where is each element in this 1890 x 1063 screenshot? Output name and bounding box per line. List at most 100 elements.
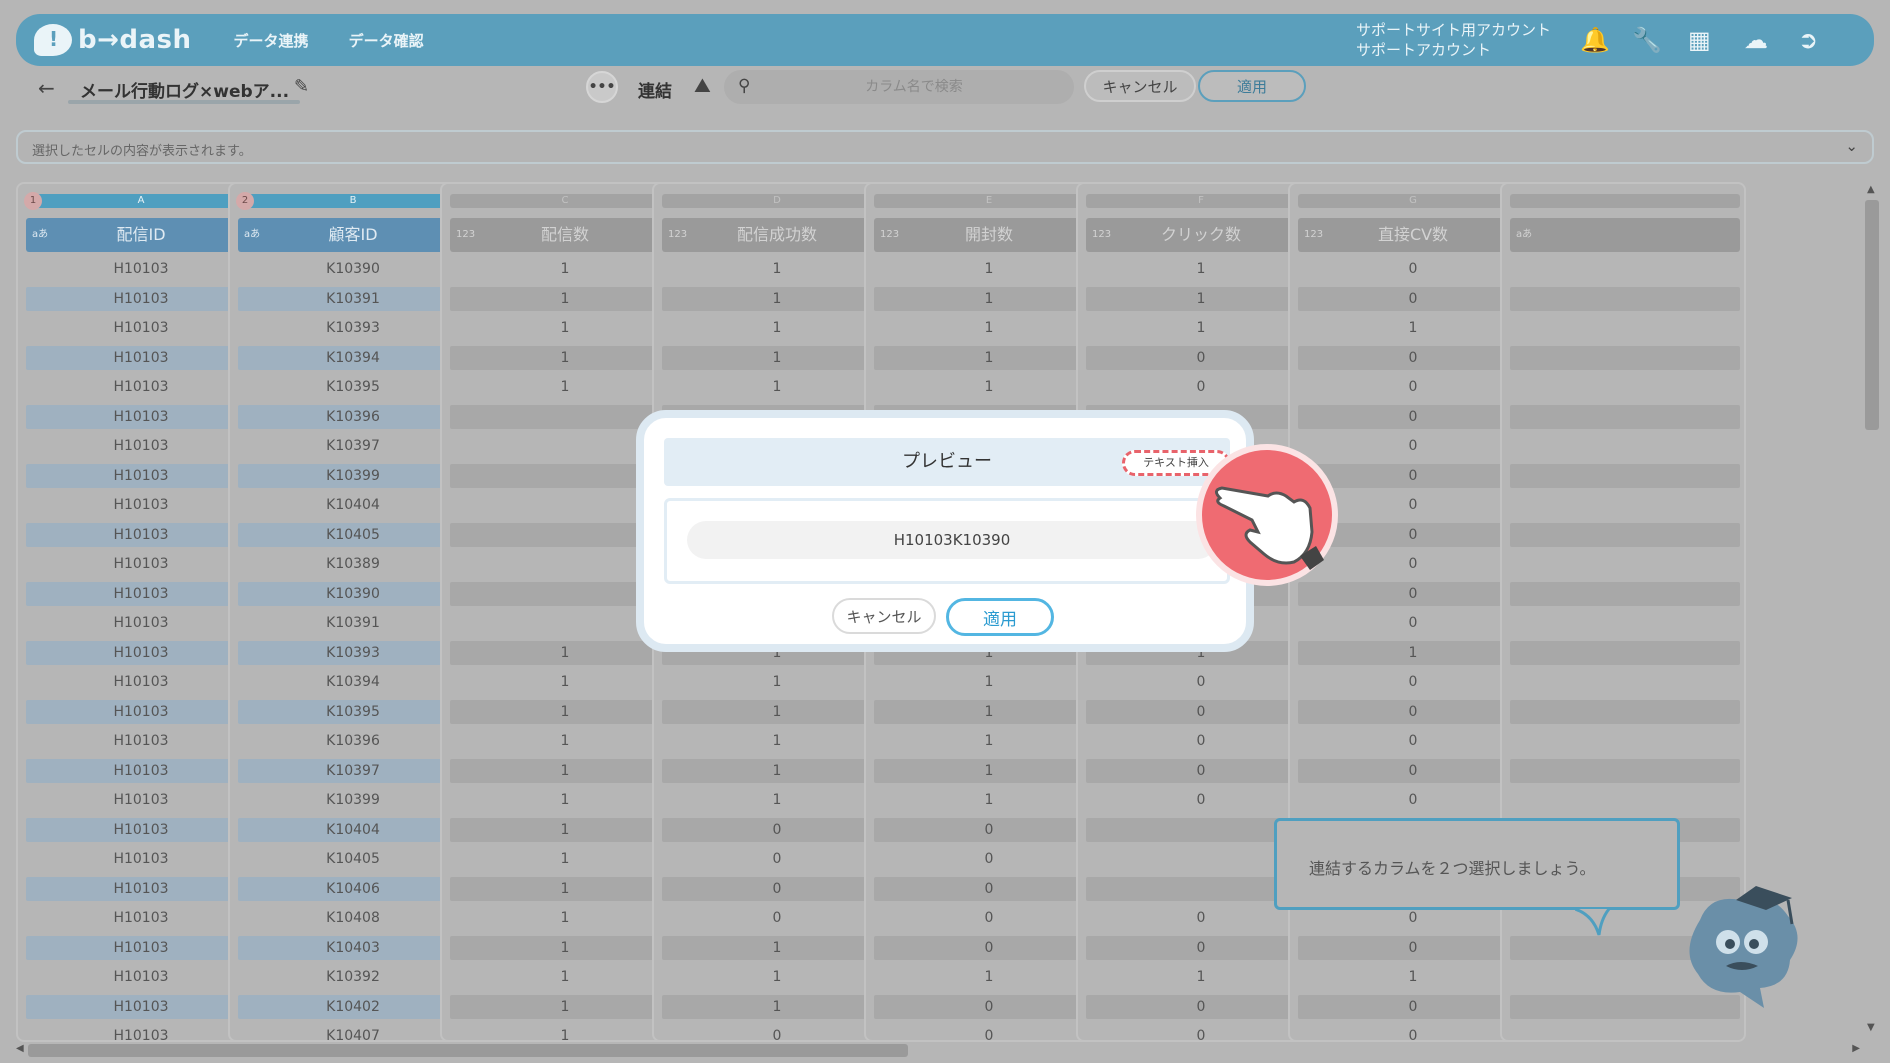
- table-cell[interactable]: K10399: [238, 461, 468, 491]
- table-cell[interactable]: K10397: [238, 431, 468, 461]
- table-cell[interactable]: K10389: [238, 549, 468, 579]
- table-cell[interactable]: 1: [450, 815, 680, 845]
- table-cell[interactable]: 1: [874, 756, 1104, 786]
- logout-icon[interactable]: ➲: [1798, 26, 1818, 54]
- table-cell[interactable]: K10404: [238, 490, 468, 520]
- table-cell[interactable]: K10390: [238, 579, 468, 609]
- table-cell[interactable]: K10394: [238, 667, 468, 697]
- table-cell[interactable]: [1510, 1021, 1740, 1040]
- table-cell[interactable]: K10403: [238, 933, 468, 963]
- table-cell[interactable]: H10103: [26, 549, 256, 579]
- table-cell[interactable]: 1: [450, 785, 680, 815]
- nav-data-integration[interactable]: データ連携: [234, 30, 309, 51]
- beginner-mark-icon[interactable]: ⛰: [694, 73, 711, 97]
- table-cell[interactable]: H10103: [26, 903, 256, 933]
- table-cell[interactable]: K10396: [238, 402, 468, 432]
- table-cell[interactable]: 1: [1298, 313, 1528, 343]
- table-cell[interactable]: 1: [662, 962, 892, 992]
- table-cell[interactable]: K10396: [238, 726, 468, 756]
- table-cell[interactable]: K10391: [238, 284, 468, 314]
- table-cell[interactable]: H10103: [26, 608, 256, 638]
- table-cell[interactable]: K10405: [238, 520, 468, 550]
- table-cell[interactable]: K10393: [238, 638, 468, 668]
- column-letter[interactable]: G: [1298, 194, 1528, 208]
- table-cell[interactable]: 0: [1298, 284, 1528, 314]
- table-cell[interactable]: 1: [874, 785, 1104, 815]
- table-cell[interactable]: 0: [1298, 992, 1528, 1022]
- table-cell[interactable]: 0: [874, 903, 1104, 933]
- table-cell[interactable]: H10103: [26, 638, 256, 668]
- table-cell[interactable]: 0: [1086, 992, 1316, 1022]
- table-cell[interactable]: 0: [1298, 785, 1528, 815]
- table-cell[interactable]: 0: [1298, 1021, 1528, 1040]
- table-cell[interactable]: [1510, 579, 1740, 609]
- modal-cancel-button[interactable]: キャンセル: [832, 598, 936, 634]
- table-cell[interactable]: 1: [450, 726, 680, 756]
- table-cell[interactable]: 1: [450, 1021, 680, 1040]
- table-cell[interactable]: 1: [874, 372, 1104, 402]
- table-cell[interactable]: 1: [450, 667, 680, 697]
- table-cell[interactable]: [1510, 372, 1740, 402]
- table-cell[interactable]: [1510, 667, 1740, 697]
- table-cell[interactable]: H10103: [26, 520, 256, 550]
- table-cell[interactable]: 1: [1298, 962, 1528, 992]
- table-cell[interactable]: K10407: [238, 1021, 468, 1040]
- column-header[interactable]: aあ 配信ID: [26, 218, 256, 252]
- table-cell[interactable]: 1: [662, 313, 892, 343]
- table-cell[interactable]: 0: [1086, 933, 1316, 963]
- table-cell[interactable]: 0: [662, 874, 892, 904]
- modal-apply-button[interactable]: 適用: [946, 598, 1054, 636]
- table-cell[interactable]: [1510, 785, 1740, 815]
- table-cell[interactable]: 1: [662, 254, 892, 284]
- table-cell[interactable]: 0: [1086, 726, 1316, 756]
- table-cell[interactable]: 1: [874, 697, 1104, 727]
- table-cell[interactable]: 1: [662, 992, 892, 1022]
- brain-chat-icon[interactable]: ☁: [1744, 26, 1768, 54]
- table-cell[interactable]: [1510, 284, 1740, 314]
- table-cell[interactable]: H10103: [26, 815, 256, 845]
- table-cell[interactable]: 0: [1086, 785, 1316, 815]
- table-cell[interactable]: 1: [662, 933, 892, 963]
- table-cell[interactable]: 1: [662, 343, 892, 373]
- table-cell[interactable]: 1: [450, 254, 680, 284]
- apps-grid-icon[interactable]: ▦: [1688, 26, 1711, 54]
- table-cell[interactable]: K10390: [238, 254, 468, 284]
- table-cell[interactable]: H10103: [26, 579, 256, 609]
- column-letter[interactable]: B: [238, 194, 468, 208]
- table-cell[interactable]: H10103: [26, 667, 256, 697]
- table-cell[interactable]: H10103: [26, 756, 256, 786]
- table-cell[interactable]: 1: [662, 667, 892, 697]
- account-info[interactable]: サポートサイト用アカウント サポートアカウント: [1356, 20, 1551, 60]
- table-cell[interactable]: 0: [1086, 667, 1316, 697]
- table-cell[interactable]: 0: [874, 992, 1104, 1022]
- table-cell[interactable]: 1: [450, 933, 680, 963]
- cancel-button[interactable]: キャンセル: [1084, 70, 1196, 102]
- table-cell[interactable]: 0: [1298, 431, 1528, 461]
- table-cell[interactable]: 0: [1298, 461, 1528, 491]
- table-cell[interactable]: [1510, 254, 1740, 284]
- table-cell[interactable]: 1: [874, 667, 1104, 697]
- table-cell[interactable]: H10103: [26, 726, 256, 756]
- table-cell[interactable]: K10392: [238, 962, 468, 992]
- table-cell[interactable]: [1510, 520, 1740, 550]
- table-cell[interactable]: 0: [874, 815, 1104, 845]
- horizontal-scroll-thumb[interactable]: [28, 1044, 908, 1057]
- column-letter[interactable]: A: [26, 194, 256, 208]
- column-header[interactable]: aあ 顧客ID: [238, 218, 468, 252]
- column-header[interactable]: aあ: [1510, 218, 1740, 252]
- table-cell[interactable]: 0: [1298, 254, 1528, 284]
- table-cell[interactable]: 0: [1298, 579, 1528, 609]
- vertical-scroll-thumb[interactable]: [1865, 200, 1879, 430]
- table-cell[interactable]: 1: [1086, 962, 1316, 992]
- table-cell[interactable]: 0: [874, 1021, 1104, 1040]
- column-b[interactable]: B 2 aあ 顧客ID K10390 K10391 K10393 K10394 K10395 K1…: [228, 182, 474, 1042]
- table-cell[interactable]: 0: [1298, 667, 1528, 697]
- column-letter[interactable]: E: [874, 194, 1104, 208]
- table-cell[interactable]: 1: [1086, 313, 1316, 343]
- scroll-down-icon[interactable]: ▼: [1867, 1022, 1875, 1033]
- table-cell[interactable]: 1: [450, 756, 680, 786]
- table-cell[interactable]: K10397: [238, 756, 468, 786]
- table-cell[interactable]: H10103: [26, 431, 256, 461]
- table-cell[interactable]: 1: [450, 874, 680, 904]
- table-cell[interactable]: 1: [874, 284, 1104, 314]
